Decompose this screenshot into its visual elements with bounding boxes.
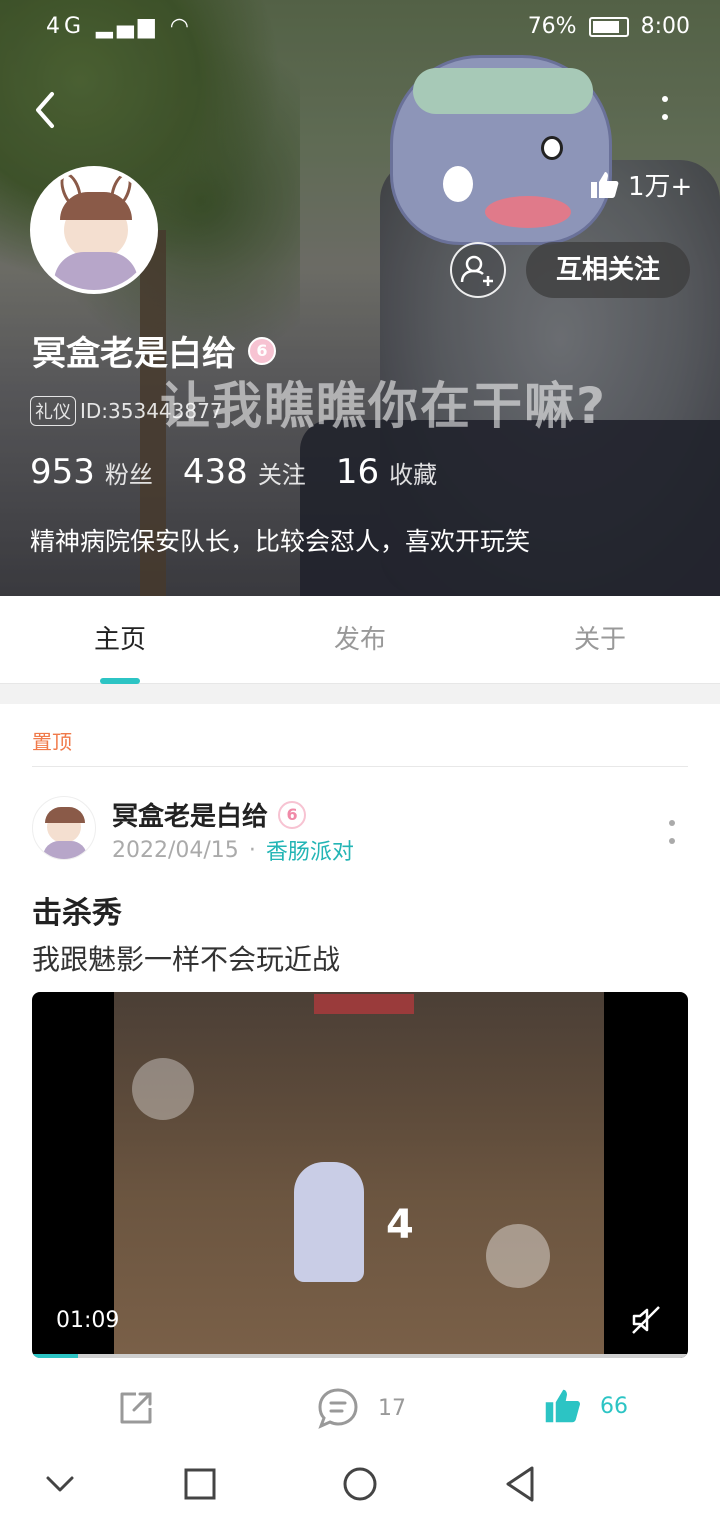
post-date: 2022/04/15 — [112, 837, 239, 863]
game-hud — [314, 994, 414, 1014]
comment-count: 17 — [378, 1395, 406, 1421]
post-author-row: 冥盒老是白给 6 — [112, 796, 307, 833]
favorites-count[interactable]: 16 — [336, 452, 379, 492]
comment-icon — [318, 1388, 358, 1429]
mute-button[interactable] — [630, 1304, 662, 1336]
post-level-badge: 6 — [278, 800, 307, 829]
nav-back-icon — [506, 1466, 534, 1502]
post-more-button[interactable] — [660, 812, 684, 852]
header-dim-overlay — [0, 0, 720, 596]
add-friend-icon — [460, 255, 493, 286]
thumbs-up-icon — [591, 171, 619, 198]
share-icon — [120, 1392, 152, 1424]
battery-percent: 76% — [527, 14, 577, 39]
video-duration: 01:09 — [56, 1308, 120, 1333]
post-channel[interactable]: 香肠派对 — [266, 834, 354, 866]
battery-icon — [588, 16, 629, 37]
nav-recents-icon — [184, 1468, 216, 1500]
signal-text: 4G — [46, 14, 86, 39]
like-button[interactable]: 66 — [542, 1386, 628, 1426]
like-count: 66 — [600, 1393, 628, 1419]
status-right: 76% 8:00 — [528, 14, 690, 39]
video-player[interactable]: 4 01:09 — [32, 992, 688, 1358]
avatar-body — [54, 252, 138, 290]
following-label[interactable]: 关注 — [258, 455, 306, 490]
mutual-follow-button[interactable]: 互相关注 — [526, 242, 690, 298]
more-icon — [669, 838, 675, 844]
user-id: ID:353443877 — [80, 399, 223, 423]
sticker-eye — [541, 136, 563, 160]
profile-header: 让我瞧瞧你在干嘛? 4G ▂▄▆ ◠ 76% 8:00 1万+ 互相关注 冥盒老… — [0, 0, 720, 596]
nav-home-button[interactable] — [338, 1462, 382, 1506]
mute-icon — [632, 1306, 660, 1334]
nav-home-icon — [343, 1467, 377, 1501]
profile-username: 冥盒老是白给 — [32, 334, 236, 374]
comment-button[interactable]: 17 — [316, 1386, 406, 1430]
tab-about[interactable]: 关于 — [480, 596, 720, 683]
background-caption: 让我瞧瞧你在干嘛? — [160, 377, 608, 435]
sticker-eye — [443, 166, 473, 202]
video-progress-fill — [32, 1354, 78, 1358]
nav-recents-button[interactable] — [178, 1462, 222, 1506]
signal-indicator: 4G ▂▄▆ ◠ — [46, 14, 193, 39]
followers-count[interactable]: 953 — [30, 452, 95, 492]
favorites-label[interactable]: 收藏 — [389, 455, 437, 490]
sticker-mouth — [485, 196, 571, 228]
fish-sticker — [390, 55, 612, 245]
profile-likes: 1万+ — [588, 166, 692, 203]
nav-collapse-icon — [46, 1476, 74, 1492]
profile-bio: 精神病院保安队长，比较会怼人，喜欢开玩笑 — [30, 527, 531, 556]
profile-tabs: 主页 发布 关于 — [0, 596, 720, 684]
nav-back-button[interactable] — [498, 1462, 542, 1506]
divider — [32, 766, 688, 767]
game-fire-button — [486, 1224, 550, 1288]
profile-stats: 953 粉丝 438 关注 16 收藏 — [30, 452, 467, 492]
etiquette-tag[interactable]: 礼仪 — [30, 396, 76, 426]
followers-label[interactable]: 粉丝 — [105, 455, 153, 490]
more-icon — [662, 96, 668, 102]
share-button[interactable] — [114, 1386, 158, 1430]
sticker-ring — [413, 68, 593, 114]
back-button[interactable] — [26, 86, 66, 134]
avatar[interactable] — [30, 166, 158, 294]
back-icon — [36, 92, 54, 128]
add-friend-button[interactable] — [450, 242, 506, 298]
meta-separator: · — [248, 837, 256, 863]
post-avatar-hat — [45, 807, 85, 823]
section-gap — [0, 684, 720, 704]
video-frame: 4 — [114, 992, 604, 1358]
post-avatar[interactable] — [32, 796, 96, 860]
level-badge: 6 — [248, 336, 276, 365]
tab-posts[interactable]: 发布 — [240, 596, 480, 683]
pinned-label: 置顶 — [32, 730, 72, 754]
more-icon — [662, 114, 668, 120]
post-text[interactable]: 我跟魅影一样不会玩近战 — [32, 938, 340, 978]
following-count[interactable]: 438 — [183, 452, 248, 492]
profile-username-row: 冥盒老是白给 6 — [32, 326, 276, 375]
more-icon — [669, 820, 675, 826]
id-row: 礼仪 ID:353443877 — [30, 396, 223, 426]
game-joystick — [132, 1058, 194, 1120]
video-progress[interactable] — [32, 1354, 688, 1358]
tab-home[interactable]: 主页 — [0, 596, 240, 683]
thumbs-up-icon — [545, 1389, 580, 1423]
profile-likes-count: 1万+ — [628, 172, 693, 202]
post-actions: 17 66 — [0, 1386, 720, 1442]
post-avatar-body — [43, 841, 87, 859]
clock: 8:00 — [640, 14, 690, 39]
post-author[interactable]: 冥盒老是白给 — [112, 796, 268, 833]
status-bar: 4G ▂▄▆ ◠ 76% 8:00 — [0, 0, 720, 54]
post-title[interactable]: 击杀秀 — [32, 888, 122, 932]
game-character — [294, 1162, 364, 1282]
post-meta: 2022/04/15 · 香肠派对 — [112, 834, 354, 866]
system-nav-bar — [0, 1450, 720, 1520]
more-button[interactable] — [650, 90, 680, 130]
kill-count: 4 — [386, 1202, 414, 1248]
nav-collapse-button[interactable] — [38, 1462, 82, 1506]
